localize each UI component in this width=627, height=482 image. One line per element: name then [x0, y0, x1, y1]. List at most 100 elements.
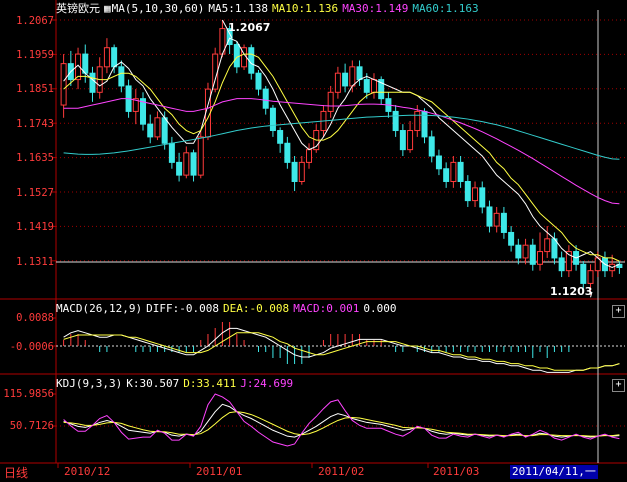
candle-up [407, 130, 414, 151]
candle-down [508, 231, 515, 246]
candle-up [522, 244, 529, 259]
ma5-value: MA5:1.138 [208, 2, 268, 15]
candle-up [349, 66, 356, 87]
candle-up [493, 212, 500, 227]
x-axis-label: 2011/01 [196, 465, 243, 478]
candle-down [500, 212, 507, 233]
candle-up [154, 117, 161, 138]
ma30-value: MA30:1.149 [342, 2, 409, 15]
chart-canvas[interactable] [0, 0, 627, 482]
price-tick: 1.1527 [16, 187, 54, 199]
price-tick: 1.1635 [16, 152, 54, 164]
candle-down [269, 107, 276, 132]
x-axis-label: 2011/03 [433, 465, 480, 478]
price-tick: 1.1851 [16, 83, 54, 95]
candle-up [587, 270, 594, 284]
candle-down [580, 263, 587, 284]
candle-down [392, 110, 399, 132]
candle-down [443, 168, 450, 182]
macd-extra-value: 0.000 [363, 302, 397, 315]
kdj-params: KDJ(9,3,3) [56, 377, 123, 390]
macd-dea-line [63, 332, 620, 371]
candle-down [168, 142, 175, 163]
candle-down [233, 44, 240, 68]
candle-down [147, 123, 154, 138]
price-tick: 1.1959 [16, 49, 54, 61]
ma-params: MA(5,10,30,60) [111, 2, 205, 15]
candle-down [529, 244, 536, 265]
candle-up [306, 149, 313, 163]
candle-down [356, 66, 363, 81]
ma60-value: MA60:1.163 [412, 2, 479, 15]
candle-up [103, 47, 110, 68]
ma10-value: MA10:1.136 [271, 2, 339, 15]
high-price-annotation: 1.2067 [228, 21, 271, 34]
candle-down [277, 130, 284, 144]
candle-up [414, 110, 421, 132]
candle-down [479, 187, 486, 208]
candle-down [89, 72, 96, 93]
symbol-label: 英镑欧元 [56, 2, 100, 15]
ma-line-ma5 [63, 37, 620, 269]
candle-up [327, 91, 334, 112]
kdj-j-value: J:24.699 [240, 377, 294, 390]
candle-down [190, 152, 197, 176]
x-axis-label: 2011/02 [318, 465, 365, 478]
kdj-expand-button[interactable]: + [612, 379, 625, 392]
ma-settings-icon[interactable]: ▦ [104, 2, 111, 15]
x-axis-label: 2010/12 [64, 465, 111, 478]
macd-params: MACD(26,12,9) [56, 302, 143, 315]
candle-down [363, 79, 370, 93]
candle-down [262, 88, 269, 109]
candle-up [298, 161, 305, 182]
kdj-tick: 115.9856 [3, 388, 54, 400]
candle-down [82, 53, 89, 74]
ma-line-ma30 [63, 98, 620, 205]
candle-up [450, 161, 457, 182]
candle-down [161, 117, 168, 144]
macd-tick: -0.0006 [9, 341, 54, 353]
kdj-line-j [63, 393, 620, 447]
candle-down [118, 66, 125, 87]
candle-up [544, 238, 551, 253]
candle-down [457, 161, 464, 182]
macd-diff-line [63, 327, 620, 373]
kdj-k-value: K:30.507 [126, 377, 180, 390]
macd-diff-value: DIFF:-0.008 [146, 302, 219, 315]
candle-down [255, 72, 262, 90]
candle-up [334, 72, 341, 93]
candle-up [472, 187, 479, 202]
candle-up [370, 79, 377, 93]
candle-down [399, 130, 406, 151]
cursor-date-label: 2011/04/11,一 [510, 465, 598, 479]
chart-window: 英镑欧元 ▦MA(5,10,30,60) MA5:1.138 MA10:1.136 MA… [0, 0, 627, 482]
period-tab-daily[interactable]: 日线 [0, 464, 54, 482]
candle-down [464, 180, 471, 202]
low-price-annotation: 1.1203 [550, 285, 593, 298]
candle-up [60, 63, 67, 106]
candle-up [536, 251, 543, 265]
candle-up [183, 152, 190, 176]
macd-value: MACD:0.001 [293, 302, 360, 315]
candle-down [486, 206, 493, 227]
candle-down [435, 155, 442, 170]
candle-down [291, 161, 298, 182]
candle-down [515, 244, 522, 259]
candle-down [284, 142, 291, 163]
price-header: 英镑欧元 ▦MA(5,10,30,60) MA5:1.138 MA10:1.136 MA… [56, 2, 483, 16]
candle-down [248, 47, 255, 74]
price-tick: 1.2067 [16, 15, 54, 27]
price-tick: 1.1419 [16, 221, 54, 233]
ma-line-ma60 [63, 114, 620, 160]
macd-header: MACD(26,12,9) DIFF:-0.008 DEA:-0.008 MACD:0… [56, 302, 401, 316]
kdj-d-value: D:33.411 [183, 377, 237, 390]
macd-dea-value: DEA:-0.008 [222, 302, 290, 315]
macd-tick: 0.0088 [16, 312, 54, 324]
macd-expand-button[interactable]: + [612, 305, 625, 318]
candle-up [197, 136, 204, 176]
candle-down [176, 161, 183, 176]
candle-down [558, 257, 565, 272]
price-tick: 1.1311 [16, 256, 54, 268]
kdj-tick: 50.7126 [9, 420, 54, 432]
candle-down [342, 72, 349, 87]
